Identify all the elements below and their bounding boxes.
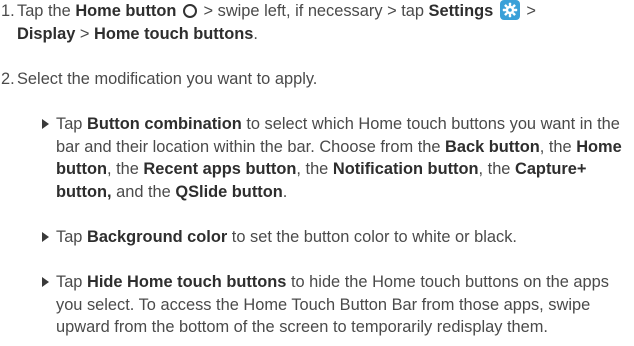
bullet-2-text: Tap Background color to set the button c… — [56, 228, 517, 246]
home-button-label: Home button — [75, 2, 177, 20]
step-number: 2. — [1, 70, 15, 88]
triangle-bullet-icon — [42, 232, 49, 242]
bullet-1-text: Tap Button combination to select which H… — [56, 115, 622, 201]
settings-gear-icon — [499, 0, 520, 20]
home-circle-icon — [182, 4, 197, 18]
home-touch-buttons-label: Home touch buttons — [94, 24, 254, 43]
settings-label: Settings — [428, 2, 494, 20]
step-1-text: Tap the Home button > swipe left, if nec… — [17, 0, 536, 43]
step-2-text: Select the modification you want to appl… — [17, 70, 318, 88]
triangle-bullet-icon — [42, 277, 49, 287]
triangle-bullet-icon — [42, 119, 49, 129]
step-number: 1. — [1, 2, 15, 20]
bullet-3-text: Tap Hide Home touch buttons to hide the … — [56, 273, 609, 337]
display-label: Display — [17, 24, 76, 43]
